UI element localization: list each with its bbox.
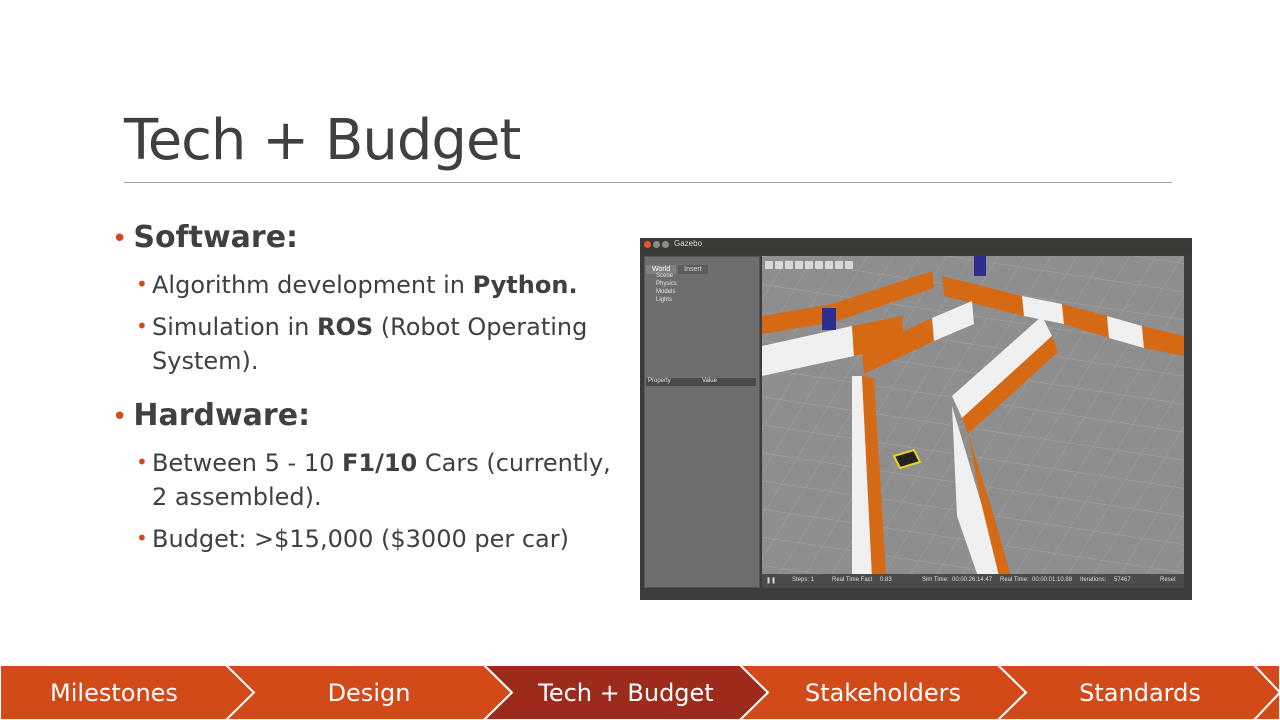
sim-time-label: Sim Time:	[922, 577, 949, 583]
sim-time-value: 00:00:26:14.47	[952, 577, 993, 583]
select-icon	[765, 261, 773, 269]
bullet-icon: •	[136, 526, 148, 550]
rtf-label: Real Time Fact	[832, 577, 873, 583]
scene-toolbar	[764, 258, 944, 270]
rotate-icon	[785, 261, 793, 269]
tree-item: Physics	[656, 281, 677, 287]
iterations-label: Iterations:	[1080, 577, 1107, 583]
list-item: • Algorithm development in Python.	[136, 268, 626, 302]
scene-viewport	[762, 256, 1184, 588]
slide-title: Tech + Budget	[124, 108, 521, 173]
maximize-icon	[662, 241, 669, 248]
camera-icon	[845, 261, 853, 269]
section-nav: Milestones Design Tech + Budget Stakehol…	[0, 665, 1280, 720]
software-heading: • Software:	[112, 220, 299, 255]
sphere-icon	[815, 261, 823, 269]
close-icon	[644, 241, 651, 248]
real-time-label: Real Time:	[1000, 577, 1029, 583]
panel-tabs: World Insert	[646, 258, 710, 274]
bullet-icon: •	[136, 450, 148, 474]
nav-item-tech-budget[interactable]: Tech + Budget	[498, 665, 754, 720]
list-item: • Simulation in ROS (Robot Operating Sys…	[136, 310, 626, 378]
window-title: Gazebo	[674, 239, 703, 248]
cylinder-obstacle	[974, 256, 986, 276]
tab-insert: Insert	[678, 265, 708, 274]
gazebo-screenshot: Gazebo World Insert Scene Physics Models …	[640, 238, 1192, 600]
sim-status-bar: ❚❚ Steps: 1 Real Time Fact 0.83 Sim Time…	[762, 574, 1184, 588]
nav-item-design[interactable]: Design	[240, 665, 498, 720]
cylinder-obstacle	[822, 308, 836, 330]
reset-button: Reset	[1160, 577, 1176, 583]
track-render	[762, 256, 1184, 588]
minimize-icon	[653, 241, 660, 248]
rtf-value: 0.83	[880, 577, 892, 583]
iterations-value: 57467	[1114, 577, 1131, 583]
bullet-icon: •	[136, 314, 148, 338]
list-item: • Budget: >$15,000 ($3000 per car)	[136, 522, 626, 556]
hardware-heading: • Hardware:	[112, 398, 311, 433]
tree-item: Models	[656, 289, 676, 295]
box-icon	[805, 261, 813, 269]
translate-icon	[775, 261, 783, 269]
bullet-icon: •	[112, 224, 128, 254]
pause-icon: ❚❚	[766, 578, 777, 584]
scale-icon	[795, 261, 803, 269]
list-item: • Between 5 - 10 F1/10 Cars (currently, …	[136, 446, 626, 514]
property-header: Property Value	[646, 378, 756, 386]
world-tree: Scene Physics Models Lights	[656, 272, 677, 304]
nav-item-milestones[interactable]: Milestones	[0, 665, 228, 720]
tree-item: Scene	[656, 273, 674, 279]
title-divider	[124, 182, 1172, 183]
nav-item-standards[interactable]: Standards	[1012, 665, 1268, 720]
bullet-icon: •	[112, 402, 128, 432]
world-panel	[644, 256, 760, 588]
value-column: Value	[702, 378, 717, 384]
bullet-icon: •	[136, 272, 148, 296]
window-titlebar: Gazebo	[640, 238, 1192, 252]
real-time-value: 00:00:01:10.88	[1032, 577, 1073, 583]
nav-item-stakeholders[interactable]: Stakeholders	[754, 665, 1012, 720]
cylinder-icon	[825, 261, 833, 269]
steps-label: Steps: 1	[792, 577, 815, 583]
light-icon	[835, 261, 843, 269]
property-column: Property	[648, 378, 671, 384]
tree-item: Lights	[656, 297, 673, 303]
